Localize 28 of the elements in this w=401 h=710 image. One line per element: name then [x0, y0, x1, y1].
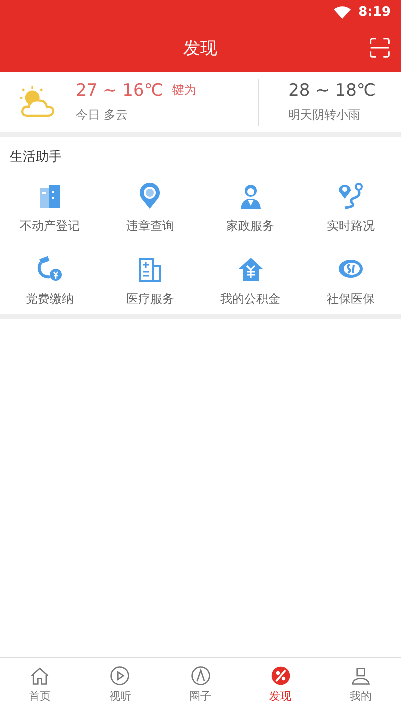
service-label[interactable]: 实时路况 — [326, 218, 375, 235]
nav-tab[interactable]: 我的 — [320, 658, 401, 710]
circle-peak-icon — [190, 664, 212, 686]
service-label[interactable]: 党费缴纳 — [26, 291, 74, 308]
scan-icon[interactable] — [369, 37, 391, 59]
nav-tab[interactable]: 视听 — [80, 658, 160, 710]
status-time: 8:19 — [358, 5, 391, 20]
nav-tab[interactable]: 发现 — [240, 658, 321, 710]
wifi-icon — [334, 6, 351, 20]
tomorrow-temperature: 28 ~ 18℃ — [288, 80, 376, 100]
nav-tab[interactable]: 圈子 — [160, 658, 241, 710]
route-pin-icon[interactable] — [336, 182, 365, 210]
section-title: 生活助手 — [10, 149, 62, 166]
tomorrow-weather-text: 明天阴转小雨 — [288, 106, 362, 124]
service-label[interactable]: 我的公积金 — [220, 291, 281, 308]
service-label[interactable]: 社保医保 — [326, 291, 375, 308]
today-temperature: 27 ~ 16℃ — [76, 80, 164, 100]
cloudy-weather-icon — [20, 86, 56, 118]
nav-tab[interactable]: 首页 — [0, 658, 80, 710]
page-title: 发现 — [184, 38, 218, 60]
service-label[interactable]: 医疗服务 — [126, 291, 174, 308]
service-label[interactable]: 家政服务 — [226, 218, 275, 235]
service-label[interactable]: 违章查询 — [126, 218, 174, 235]
today-weather-text: 今日 多云 — [76, 106, 129, 124]
house-coin-icon[interactable] — [236, 255, 265, 283]
city-name: 犍为 — [172, 82, 196, 99]
play-icon — [109, 664, 132, 686]
service-label[interactable]: 不动产登记 — [20, 218, 80, 235]
